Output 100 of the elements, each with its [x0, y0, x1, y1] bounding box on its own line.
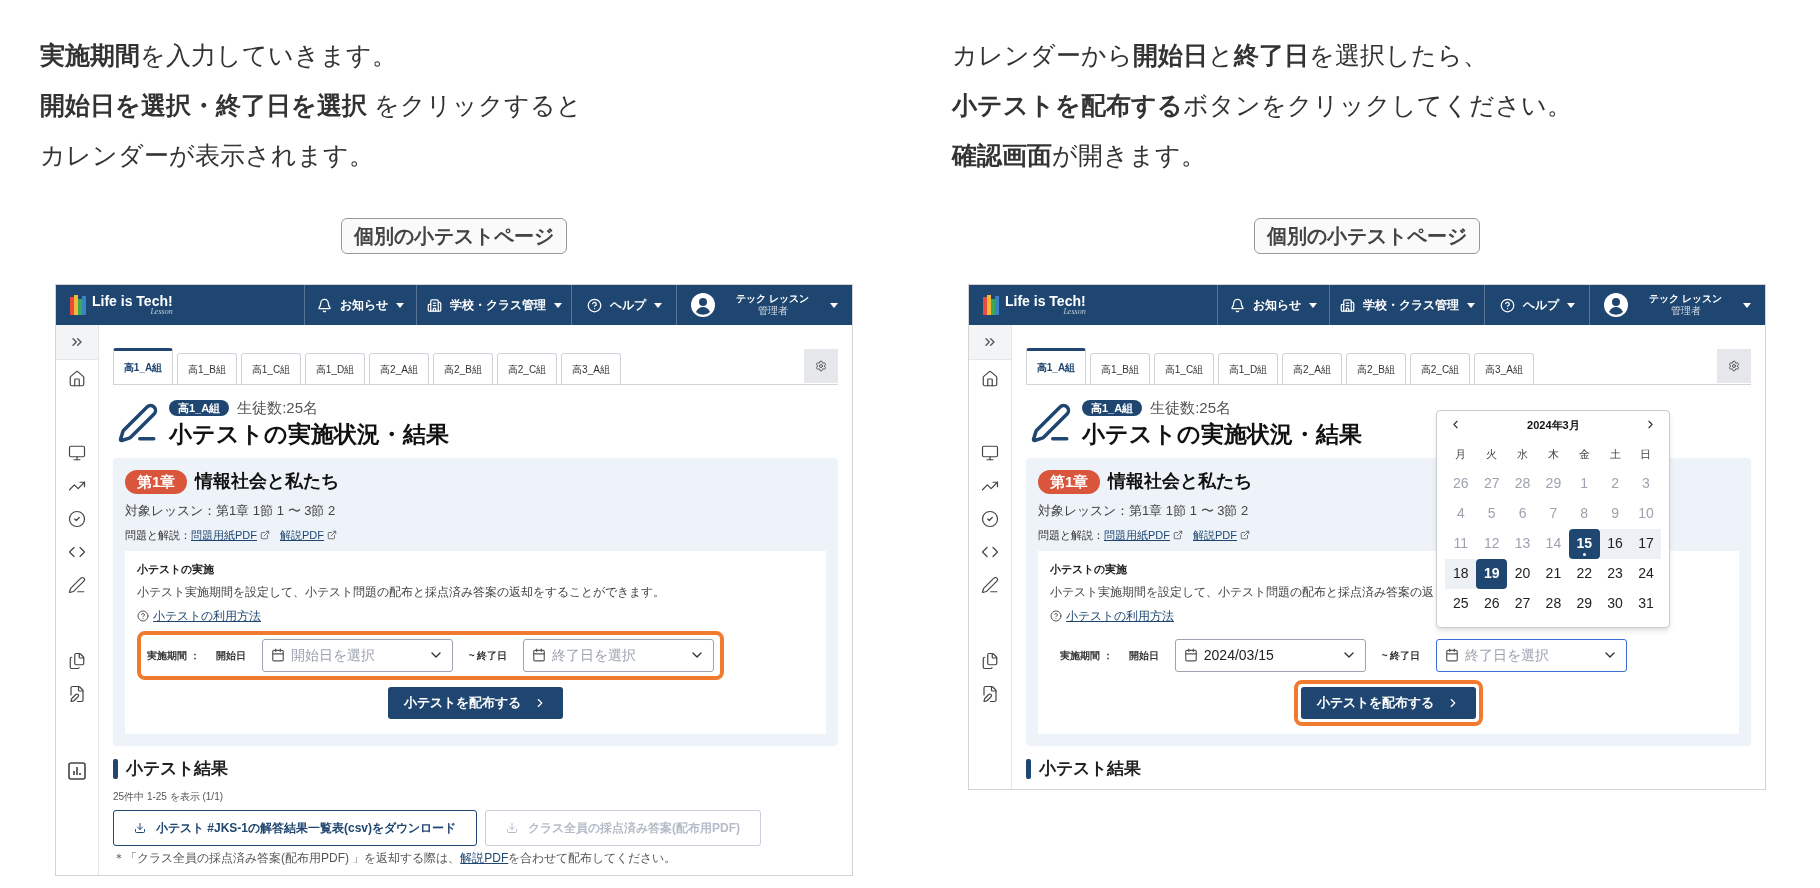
calendar-day[interactable]: 27: [1507, 588, 1538, 619]
weekday-label: 火: [1485, 446, 1499, 462]
calendar-day[interactable]: 25: [1445, 588, 1477, 619]
help-link[interactable]: 小テストの利用方法: [1066, 606, 1174, 625]
page-title: 小テストの実施状況・結果: [169, 419, 449, 449]
weekday-label: 土: [1608, 446, 1622, 462]
period-label: 実施期間 ：: [1060, 648, 1113, 663]
section-heading: 小テストの実施: [137, 562, 214, 578]
page-title: 小テストの実施状況・結果: [1082, 419, 1362, 449]
class-tab[interactable]: 高1_C組: [1154, 353, 1214, 384]
class-tab[interactable]: 高2_B組: [433, 353, 493, 384]
monitor-icon[interactable]: [981, 444, 999, 462]
distribute-button[interactable]: 小テストを配布する: [388, 686, 563, 719]
download-icon: [506, 822, 519, 835]
caret-icon: [1566, 302, 1575, 308]
class-tab[interactable]: 高1_C組: [241, 353, 301, 384]
instruction-text: カレンダーが表示されます。: [40, 140, 375, 171]
class-tab[interactable]: 高1_D組: [305, 353, 365, 384]
caret-icon: [396, 302, 404, 308]
calendar-day[interactable]: 23: [1599, 558, 1631, 589]
chapter-title: 情報社会と私たち: [1108, 470, 1253, 494]
calendar-day[interactable]: 20: [1507, 558, 1538, 589]
settings-button[interactable]: [804, 349, 838, 383]
nav-menu-button[interactable]: 学校・クラス管理: [416, 285, 571, 325]
class-tab[interactable]: 高2_B組: [1346, 353, 1406, 384]
monitor-icon[interactable]: [68, 444, 86, 462]
documents-icon[interactable]: [981, 652, 999, 670]
class-tab[interactable]: 高1_A組: [113, 348, 173, 384]
settings-button[interactable]: [1717, 349, 1751, 383]
user-avatar-icon: [691, 293, 715, 317]
help-icon: [586, 297, 602, 313]
pen-icon[interactable]: [68, 576, 86, 594]
building-icon: [1339, 297, 1355, 313]
calendar-day[interactable]: 24: [1630, 558, 1662, 589]
external-link-icon: [1173, 530, 1183, 540]
nav-menu-button[interactable]: お知らせ: [1217, 285, 1329, 325]
calendar-day[interactable]: 17: [1630, 528, 1662, 559]
class-tab[interactable]: 高2_C組: [1410, 353, 1470, 384]
calendar-day[interactable]: 30: [1599, 588, 1631, 619]
calendar-icon: [1445, 648, 1460, 663]
home-icon[interactable]: [68, 370, 86, 388]
nav-menu-button[interactable]: お知らせ: [304, 285, 416, 325]
bell-icon: [317, 297, 332, 313]
chapter-title: 情報社会と私たち: [195, 470, 340, 494]
section-description: 小テスト実施期間を設定して、小テスト問題の配布と採点済み答案の返却をすることができます。: [137, 583, 665, 601]
class-tab[interactable]: 高1_A組: [1026, 348, 1086, 384]
calendar-month: 2024年3月: [1527, 417, 1580, 433]
pdf-link[interactable]: 解説PDF: [1193, 526, 1237, 544]
student-count: 生徒数:25名: [237, 398, 319, 418]
class-tab[interactable]: 高3_A組: [561, 353, 621, 384]
calendar-day[interactable]: 18: [1445, 558, 1477, 589]
nav-menu-button[interactable]: 学校・クラス管理: [1329, 285, 1484, 325]
class-tab[interactable]: 高1_B組: [1090, 353, 1150, 384]
user-menu-button[interactable]: テック レッスン 管理者: [1589, 285, 1765, 325]
calendar-day[interactable]: 26: [1476, 588, 1508, 619]
class-tab[interactable]: 高2_C組: [497, 353, 557, 384]
edit-document-icon[interactable]: [68, 685, 86, 703]
calendar-day[interactable]: 31: [1630, 588, 1662, 619]
weekday-label: 日: [1639, 446, 1653, 462]
download-button[interactable]: 小テスト #JKS-1の解答結果一覧表(csv)をダウンロード: [113, 810, 478, 847]
caret-icon: [1466, 302, 1475, 308]
date-field[interactable]: 2024/03/15: [1174, 638, 1366, 672]
documents-icon[interactable]: [68, 652, 86, 670]
instruction-text: 確認画面が開きます。: [952, 140, 1207, 171]
edit-document-icon[interactable]: [981, 685, 999, 703]
note-link[interactable]: 解説PDF: [460, 851, 509, 866]
home-icon[interactable]: [981, 370, 999, 388]
calendar-day[interactable]: 22: [1568, 558, 1600, 589]
end-label: ~ 終了日: [1381, 648, 1421, 663]
user-role: 管理者: [1670, 305, 1701, 318]
user-menu-button[interactable]: テック レッスン 管理者: [676, 285, 852, 325]
pdf-link[interactable]: 問題用紙PDF: [1104, 526, 1170, 544]
calendar-day[interactable]: 15: [1568, 528, 1600, 559]
class-tab[interactable]: 高2_A組: [369, 353, 429, 384]
calendar-day[interactable]: 19: [1476, 558, 1508, 589]
calendar-day[interactable]: 28: [1537, 588, 1569, 619]
external-link-icon: [260, 530, 270, 540]
class-tab[interactable]: 高1_B組: [177, 353, 237, 384]
section-heading: 小テストの実施: [1050, 562, 1127, 578]
logo-icon: [983, 295, 999, 315]
calendar-day[interactable]: 16: [1599, 528, 1631, 559]
pdf-link[interactable]: 解説PDF: [280, 526, 324, 544]
check-circle-icon[interactable]: [68, 510, 86, 528]
calendar-day[interactable]: 29: [1568, 588, 1600, 619]
pen-icon[interactable]: [981, 576, 999, 594]
chart-icon[interactable]: [67, 761, 87, 781]
calendar-icon: [270, 648, 285, 663]
class-tab[interactable]: 高1_D組: [1218, 353, 1278, 384]
user-name: テック レッスン: [1649, 292, 1722, 305]
class-tab[interactable]: 高3_A組: [1474, 353, 1534, 384]
check-circle-icon[interactable]: [981, 510, 999, 528]
pdf-link[interactable]: 問題用紙PDF: [191, 526, 257, 544]
distribute-button[interactable]: 小テストを配布する: [1301, 686, 1476, 719]
nav-menu-button[interactable]: ヘルプ: [1484, 285, 1589, 325]
class-tab[interactable]: 高2_A組: [1282, 353, 1342, 384]
nav-menu-button[interactable]: ヘルプ: [571, 285, 676, 325]
calendar-day[interactable]: 21: [1537, 558, 1569, 589]
lesson-range: 対象レッスン：第1章 1節 1 〜 3節 2: [1038, 502, 1249, 521]
help-link[interactable]: 小テストの利用方法: [153, 606, 261, 625]
instruction-text: カレンダーから開始日と終了日を選択したら、: [952, 40, 1489, 71]
